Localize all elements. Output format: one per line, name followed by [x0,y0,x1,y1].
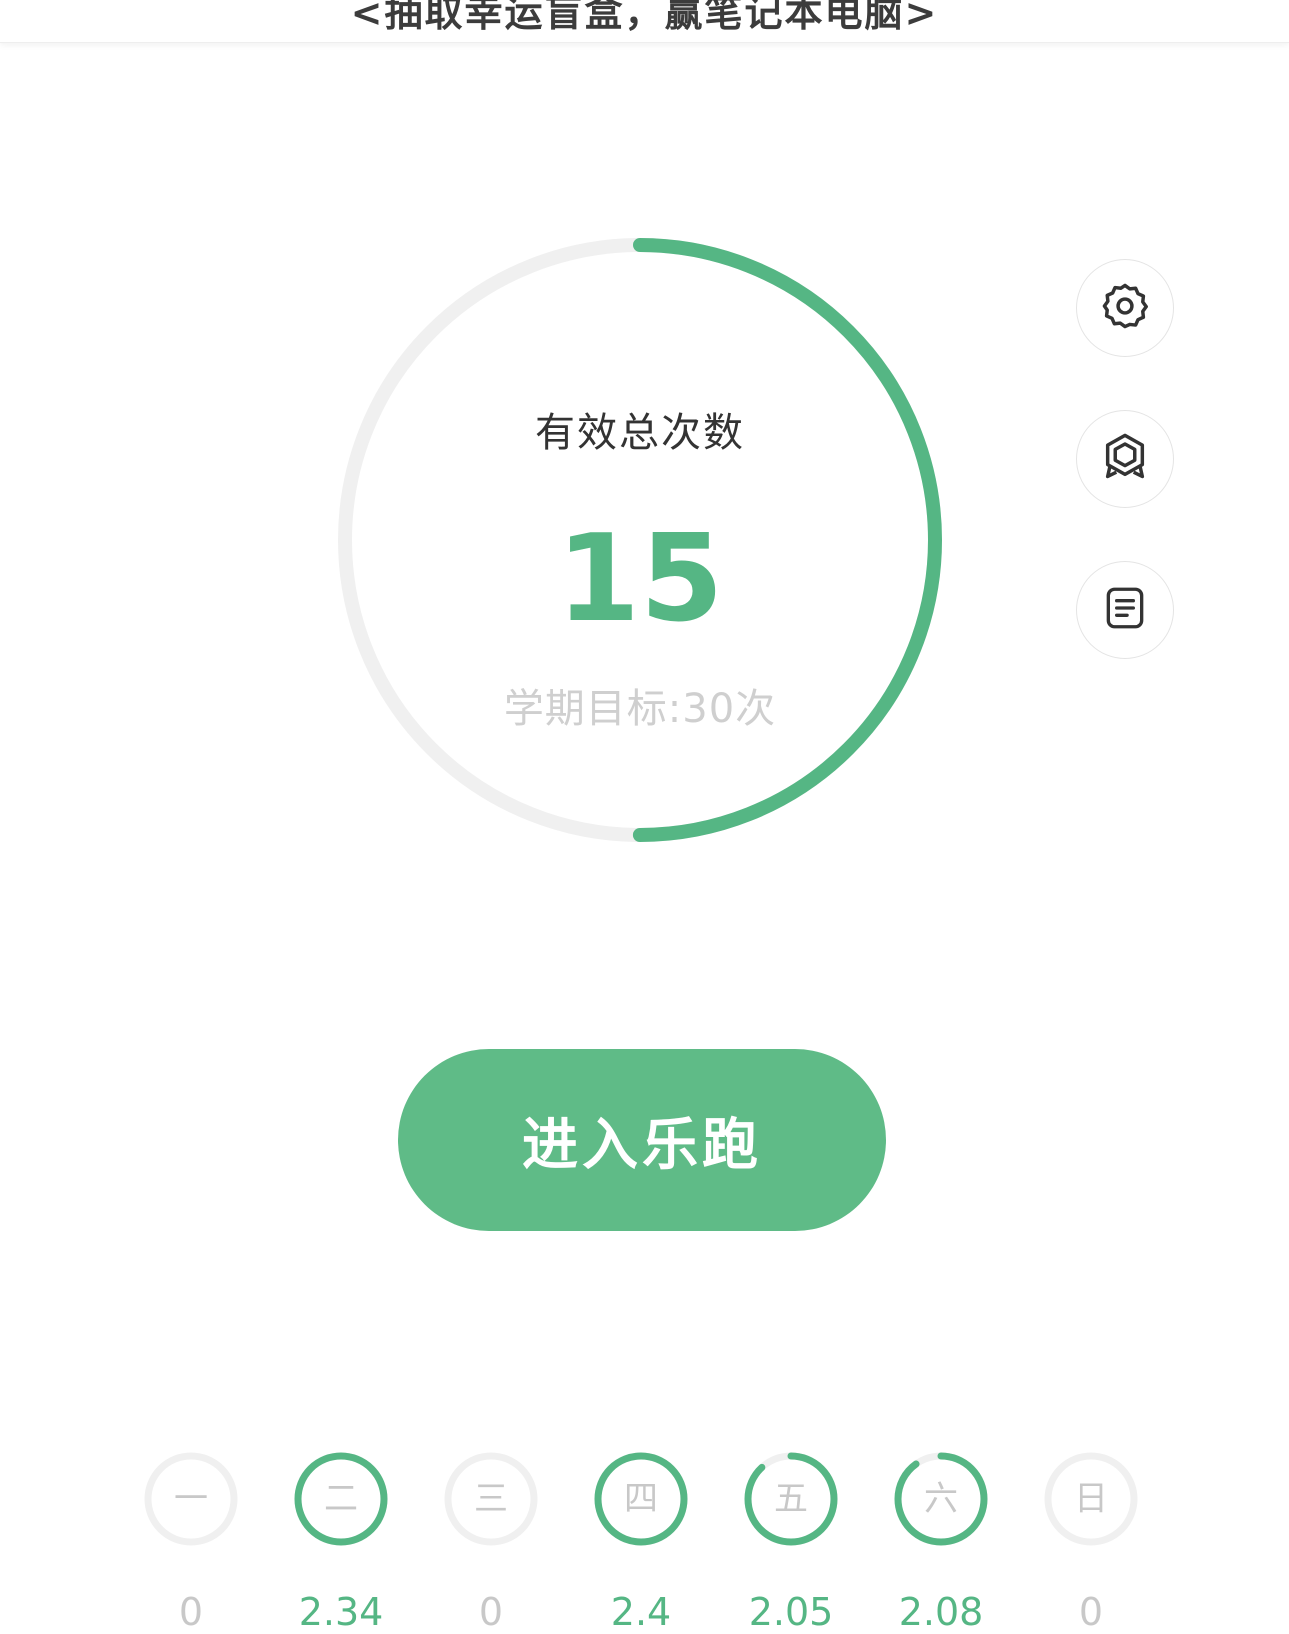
week-day-ring[interactable]: 三 [442,1450,540,1548]
week-day-label: 二 [324,1479,358,1519]
week-day-distance: 2.34 [298,1590,384,1634]
total-count-label: 有效总次数 [535,410,745,456]
gear-icon [1099,280,1151,336]
week-day-label: 五 [774,1479,808,1519]
week-day-ring[interactable]: 四 [592,1450,690,1548]
week-day-label: 六 [924,1479,958,1519]
week-day-label: 三 [474,1479,508,1519]
promo-banner-text: <抽取幸运盲盒，赢笔记本电脑> [350,0,939,35]
semester-goal-label: 学期目标:30次 [503,686,777,732]
week-day-distance: 2.4 [610,1590,672,1634]
week-day-distance: 0 [1078,1590,1104,1634]
week-day-label: 日 [1074,1479,1108,1519]
document-icon [1100,583,1150,637]
total-count-ring: 有效总次数 15 学期目标:30次 [330,230,950,850]
week-day-distance: 0 [178,1590,204,1634]
week-day-label: 一 [174,1479,208,1519]
records-button[interactable] [1076,561,1174,659]
week-day-label: 四 [624,1479,658,1519]
start-run-button[interactable]: 进入乐跑 [398,1049,886,1231]
week-day-ring[interactable]: 五 [742,1450,840,1548]
week-day-ring[interactable]: 一 [142,1450,240,1548]
week-day-ring[interactable]: 二 [292,1450,390,1548]
week-day-ring[interactable]: 日 [1042,1450,1140,1548]
week-day-distance: 2.08 [898,1590,984,1634]
settings-button[interactable] [1076,259,1174,357]
medal-button[interactable] [1076,410,1174,508]
total-count-value: 15 [556,510,724,649]
hexagon-badge-icon [1099,431,1151,487]
week-day-ring[interactable]: 六 [892,1450,990,1548]
week-day-distance: 0 [478,1590,504,1634]
week-day-distance: 2.05 [748,1590,834,1634]
promo-banner[interactable]: <抽取幸运盲盒，赢笔记本电脑> [0,0,1289,43]
